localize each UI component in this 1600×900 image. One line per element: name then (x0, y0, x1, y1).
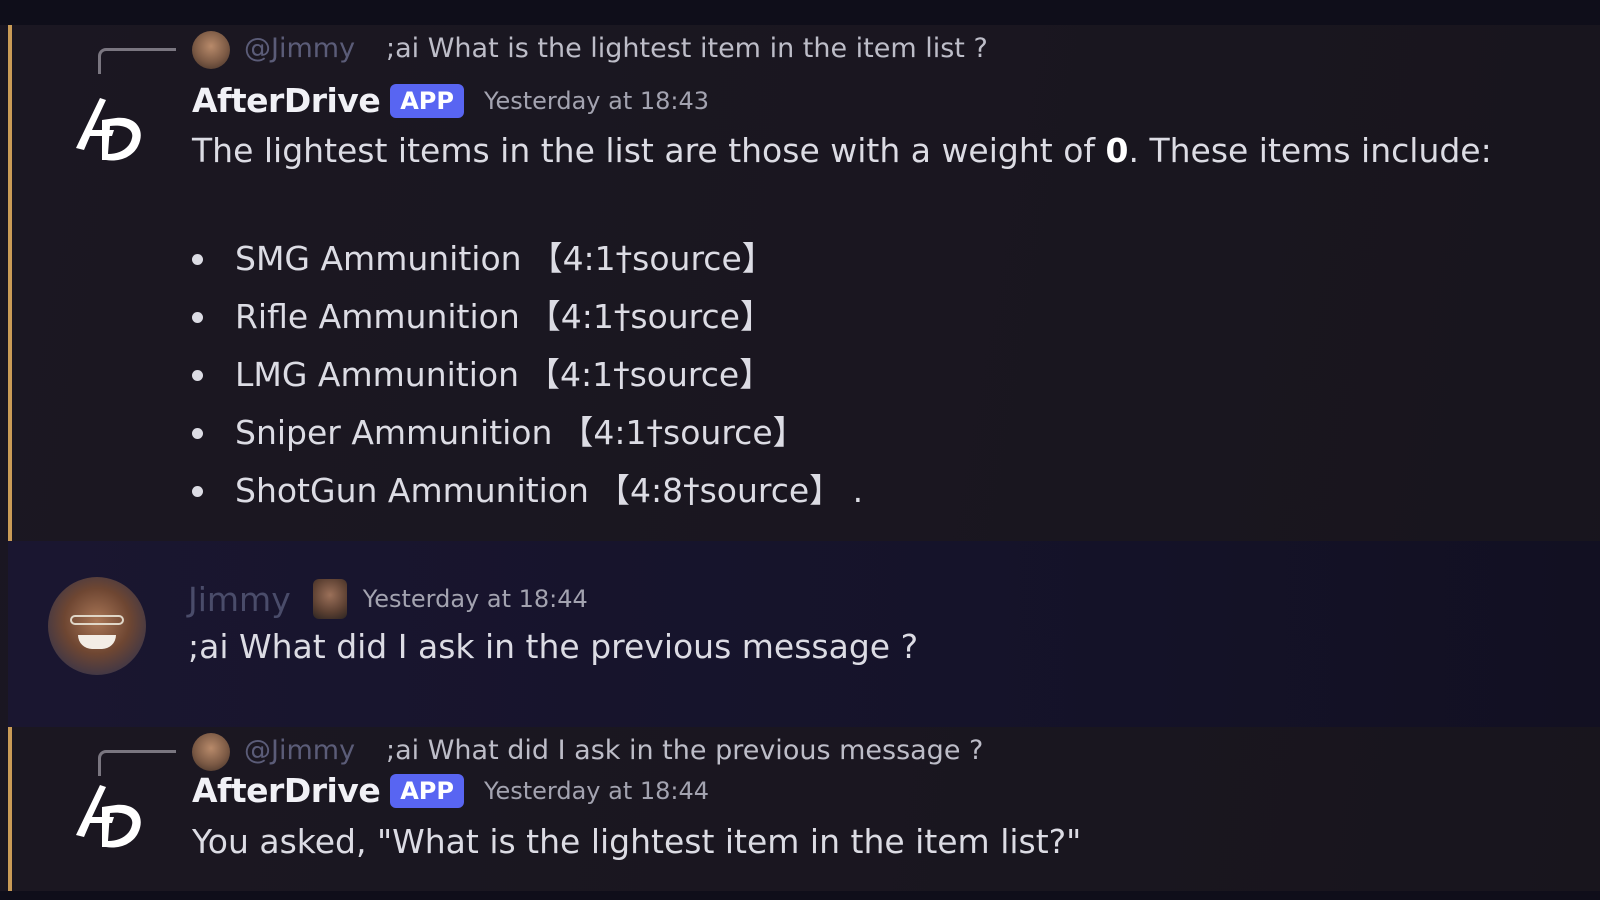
item-list: SMG Ammunition 【4:1†source】 Rifle Ammunit… (192, 237, 863, 527)
reply-text[interactable]: ;ai What is the lightest item in the ite… (386, 33, 988, 64)
reply-avatar[interactable] (192, 733, 230, 771)
reply-mention[interactable]: @Jimmy (244, 33, 355, 64)
message-header: AfterDrive APP Yesterday at 18:43 (192, 81, 709, 120)
item-source: 【4:1†source】 (560, 413, 806, 452)
message-text: You asked, "What is the lightest item in… (192, 822, 1082, 861)
reply-avatar[interactable] (192, 31, 230, 69)
reply-preview[interactable]: @Jimmy ;ai What is the lightest item in … (12, 25, 1212, 77)
user-avatar[interactable] (48, 577, 146, 675)
message-text: ;ai What did I ask in the previous messa… (188, 627, 919, 666)
message-text-bold: 0 (1105, 131, 1129, 170)
item-suffix: . (842, 471, 864, 510)
message-text-before: The lightest items in the list are those… (192, 131, 1106, 170)
list-item: SMG Ammunition 【4:1†source】 (192, 237, 863, 295)
message-text-after: . These items include: (1128, 131, 1492, 170)
message-afterdrive-1[interactable]: @Jimmy ;ai What is the lightest item in … (8, 25, 1600, 541)
item-source: 【4:8†source】 (596, 471, 843, 510)
item-name: SMG Ammunition (235, 239, 522, 278)
timestamp[interactable]: Yesterday at 18:43 (484, 87, 709, 115)
bullet-icon (192, 428, 203, 439)
list-item: Rifle Ammunition 【4:1†source】 (192, 295, 863, 353)
bullet-icon (192, 312, 203, 323)
glasses-shape (70, 615, 124, 625)
chat-window: @Jimmy ;ai What is the lightest item in … (0, 0, 1600, 900)
reply-text[interactable]: ;ai What did I ask in the previous messa… (386, 735, 983, 766)
reply-mention[interactable]: @Jimmy (244, 735, 355, 766)
list-item: LMG Ammunition 【4:1†source】 (192, 353, 863, 411)
timestamp[interactable]: Yesterday at 18:44 (363, 585, 588, 613)
bullet-icon (192, 370, 203, 381)
timestamp[interactable]: Yesterday at 18:44 (484, 777, 709, 805)
top-strip (0, 0, 1600, 25)
message-header: AfterDrive APP Yesterday at 18:44 (192, 771, 709, 810)
app-badge: APP (390, 773, 464, 808)
author-name[interactable]: AfterDrive (192, 81, 381, 120)
message-header: Jimmy Yesterday at 18:44 (188, 579, 588, 619)
item-name: Sniper Ammunition (235, 413, 553, 452)
list-item: ShotGun Ammunition 【4:8†source】 . (192, 469, 863, 527)
bullet-icon (192, 486, 203, 497)
role-icon[interactable] (312, 579, 347, 619)
list-item: Sniper Ammunition 【4:1†source】 (192, 411, 863, 469)
reply-connector-icon (98, 48, 176, 74)
author-name[interactable]: Jimmy (188, 580, 291, 619)
author-name[interactable]: AfterDrive (192, 771, 381, 810)
message-text: The lightest items in the list are those… (192, 131, 1492, 170)
reply-connector-icon (98, 750, 176, 776)
item-source: 【4:1†source】 (529, 239, 775, 278)
item-name: LMG Ammunition (235, 355, 519, 394)
app-badge: APP (390, 83, 464, 118)
item-source: 【4:1†source】 (527, 297, 773, 336)
item-name: ShotGun Ammunition (235, 471, 589, 510)
message-jimmy[interactable]: Jimmy Yesterday at 18:44 ;ai What did I … (8, 541, 1600, 727)
message-afterdrive-2[interactable]: @Jimmy ;ai What did I ask in the previou… (8, 727, 1600, 891)
smile-shape (78, 635, 116, 649)
item-source: 【4:1†source】 (527, 355, 773, 394)
item-name: Rifle Ammunition (235, 297, 520, 336)
afterdrive-logo-icon[interactable] (62, 777, 152, 857)
bottom-strip (0, 891, 1600, 900)
afterdrive-logo-icon[interactable] (62, 90, 152, 170)
bullet-icon (192, 254, 203, 265)
